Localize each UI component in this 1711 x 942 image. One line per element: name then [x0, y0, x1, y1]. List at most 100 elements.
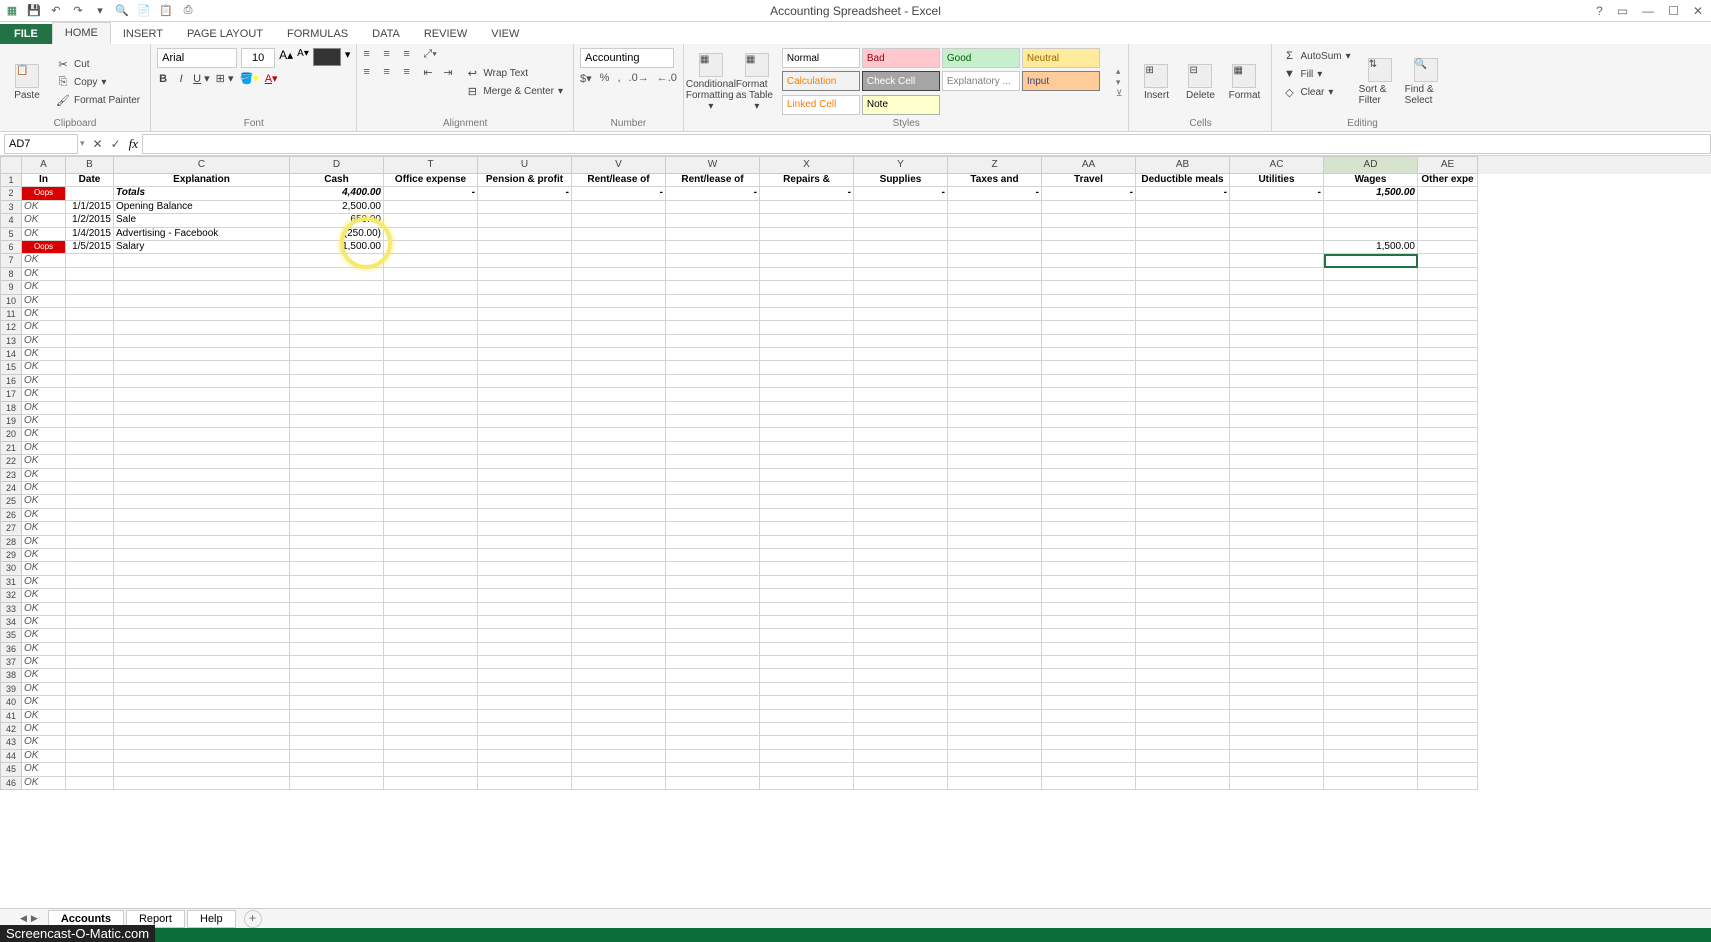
cell[interactable]: [572, 616, 666, 629]
cell[interactable]: [760, 495, 854, 508]
cell[interactable]: OK: [22, 643, 66, 656]
cell[interactable]: [948, 509, 1042, 522]
cell[interactable]: [478, 335, 572, 348]
cell[interactable]: Taxes and: [948, 174, 1042, 187]
cell[interactable]: OK: [22, 603, 66, 616]
delete-cells-button[interactable]: ⊟Delete: [1179, 48, 1221, 116]
cell[interactable]: [760, 522, 854, 535]
align-center-icon[interactable]: ≡: [383, 66, 397, 80]
cell[interactable]: [666, 402, 760, 415]
cell[interactable]: [1230, 603, 1324, 616]
cell[interactable]: [948, 763, 1042, 776]
cell[interactable]: [948, 495, 1042, 508]
cell[interactable]: [114, 495, 290, 508]
fill-color-button[interactable]: 🪣▾: [239, 72, 258, 85]
row-header[interactable]: 6: [0, 241, 22, 254]
cell[interactable]: [760, 241, 854, 254]
cell[interactable]: [114, 509, 290, 522]
cell[interactable]: [1324, 643, 1418, 656]
cell[interactable]: [1418, 629, 1478, 642]
cell[interactable]: [114, 402, 290, 415]
cell[interactable]: [66, 495, 114, 508]
cell[interactable]: [760, 763, 854, 776]
cell[interactable]: [854, 469, 948, 482]
cell[interactable]: [854, 549, 948, 562]
cell[interactable]: [384, 763, 478, 776]
column-header[interactable]: AD: [1324, 156, 1418, 174]
fx-icon[interactable]: fx: [129, 136, 138, 152]
cell[interactable]: [1136, 777, 1230, 790]
formula-input[interactable]: [142, 134, 1711, 154]
cell[interactable]: [384, 696, 478, 709]
cell[interactable]: [948, 736, 1042, 749]
cell[interactable]: [854, 455, 948, 468]
cell[interactable]: [66, 549, 114, 562]
cell[interactable]: [1230, 214, 1324, 227]
cell[interactable]: [384, 589, 478, 602]
cell[interactable]: [666, 522, 760, 535]
cell[interactable]: [114, 656, 290, 669]
cell[interactable]: [760, 710, 854, 723]
cell[interactable]: [760, 428, 854, 441]
cell[interactable]: [384, 455, 478, 468]
cell[interactable]: [666, 736, 760, 749]
cell[interactable]: [854, 629, 948, 642]
cell[interactable]: [1418, 388, 1478, 401]
cell[interactable]: OK: [22, 549, 66, 562]
cell[interactable]: [384, 321, 478, 334]
cell[interactable]: [478, 241, 572, 254]
cell[interactable]: [290, 629, 384, 642]
cell[interactable]: [572, 482, 666, 495]
tab-view[interactable]: VIEW: [479, 24, 531, 44]
cell[interactable]: [854, 683, 948, 696]
cell[interactable]: [114, 415, 290, 428]
cell[interactable]: [854, 723, 948, 736]
cell[interactable]: [760, 335, 854, 348]
cell[interactable]: [666, 308, 760, 321]
cell[interactable]: OK: [22, 455, 66, 468]
cell[interactable]: [1418, 335, 1478, 348]
cell[interactable]: [1230, 522, 1324, 535]
cell[interactable]: [384, 442, 478, 455]
cell[interactable]: [572, 388, 666, 401]
cell[interactable]: [290, 402, 384, 415]
cell[interactable]: Totals: [114, 187, 290, 200]
ribbon-collapse-icon[interactable]: ▭: [1617, 4, 1628, 18]
cell[interactable]: [66, 629, 114, 642]
cell[interactable]: [948, 295, 1042, 308]
cell[interactable]: [66, 442, 114, 455]
cell[interactable]: [666, 495, 760, 508]
cell[interactable]: [666, 576, 760, 589]
style-cell[interactable]: Linked Cell: [782, 95, 860, 115]
cell[interactable]: [1136, 335, 1230, 348]
cell[interactable]: [114, 469, 290, 482]
cell[interactable]: [66, 643, 114, 656]
cell[interactable]: [384, 375, 478, 388]
save-icon[interactable]: 💾: [26, 3, 42, 19]
cell[interactable]: [66, 736, 114, 749]
cell[interactable]: [290, 308, 384, 321]
cell[interactable]: [666, 335, 760, 348]
cell[interactable]: [760, 295, 854, 308]
cell[interactable]: [1230, 763, 1324, 776]
cell[interactable]: [854, 348, 948, 361]
cell[interactable]: [290, 482, 384, 495]
cell[interactable]: [948, 281, 1042, 294]
cell[interactable]: [66, 361, 114, 374]
cell[interactable]: [1042, 656, 1136, 669]
cell[interactable]: [1136, 281, 1230, 294]
cell[interactable]: [1042, 723, 1136, 736]
cell[interactable]: [760, 402, 854, 415]
cell[interactable]: [1230, 402, 1324, 415]
cell[interactable]: [114, 375, 290, 388]
row-header[interactable]: 13: [0, 335, 22, 348]
cell[interactable]: [478, 576, 572, 589]
cell[interactable]: [1136, 656, 1230, 669]
cell[interactable]: [1418, 562, 1478, 575]
cell[interactable]: [854, 321, 948, 334]
row-header[interactable]: 5: [0, 228, 22, 241]
cell[interactable]: [854, 482, 948, 495]
cell[interactable]: [854, 736, 948, 749]
insert-cells-button[interactable]: ⊞Insert: [1135, 48, 1177, 116]
cell[interactable]: [1324, 201, 1418, 214]
